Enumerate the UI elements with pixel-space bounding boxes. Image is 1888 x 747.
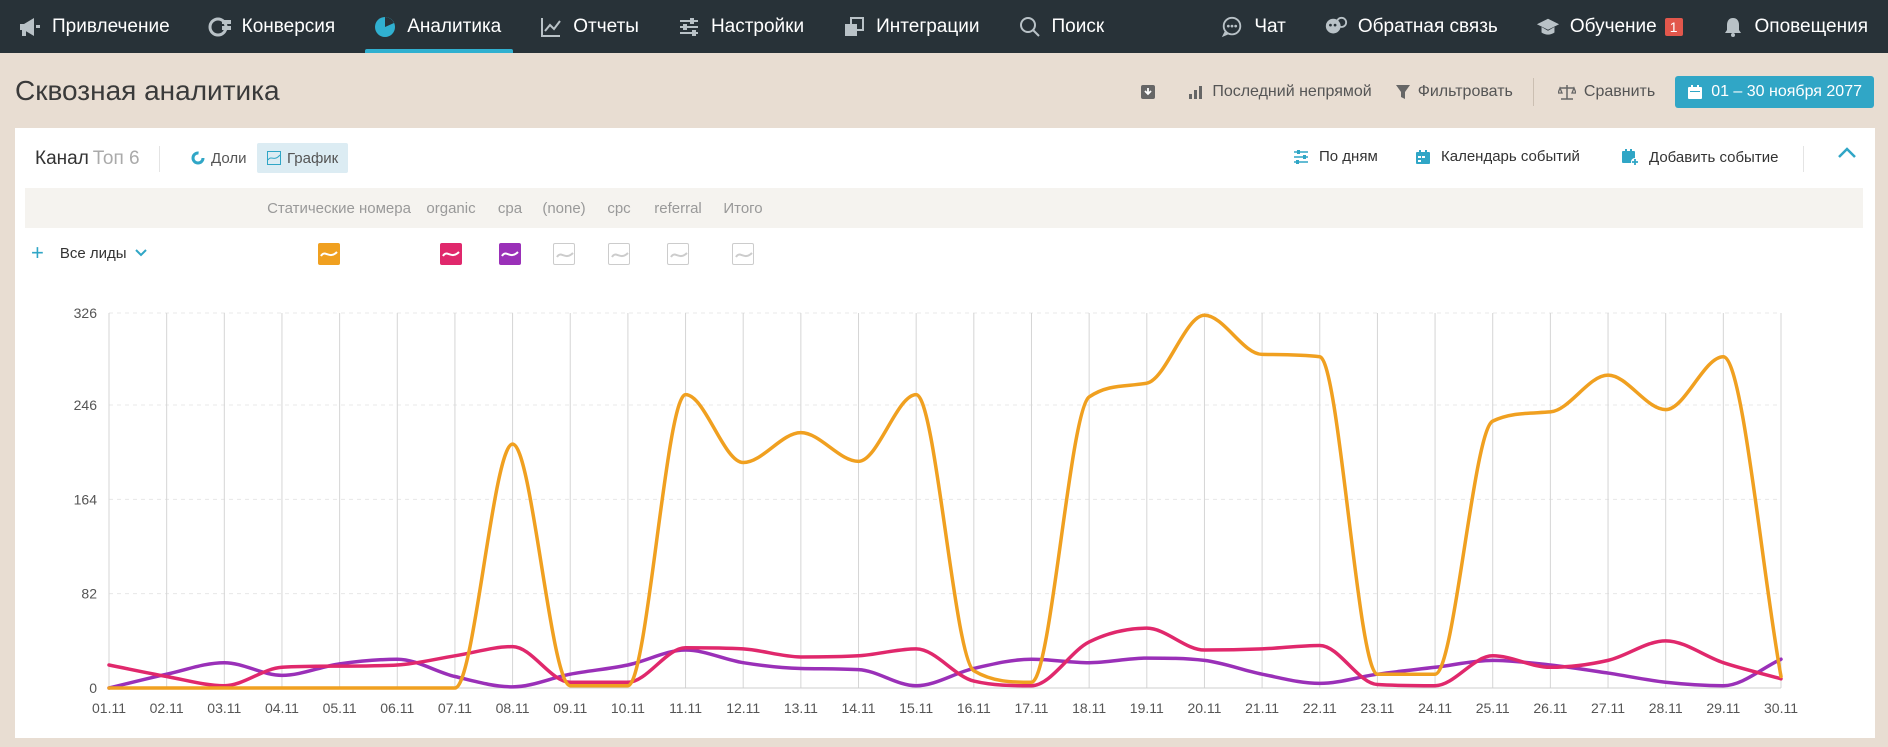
pie-chart-icon	[373, 15, 397, 39]
date-range-button[interactable]: 01 – 30 ноября 2077	[1675, 76, 1874, 108]
nav-label: Поиск	[1051, 15, 1105, 37]
filter-button[interactable]: Фильтровать	[1395, 83, 1513, 101]
y-tick-label: 326	[74, 305, 98, 321]
nav-item-settings[interactable]: Настройки	[659, 0, 824, 53]
y-tick-label: 0	[89, 680, 97, 696]
nav-label: Обратная связь	[1357, 15, 1498, 37]
nav-item-search[interactable]: Поиск	[1000, 0, 1125, 53]
divider	[1532, 78, 1534, 106]
x-tick-label: 21.11	[1245, 700, 1279, 716]
bell-icon	[1721, 15, 1745, 39]
scales-icon	[1557, 84, 1576, 100]
x-tick-label: 07.11	[438, 700, 472, 716]
attribution-model-button[interactable]: Последний непрямой	[1188, 83, 1372, 101]
nav-label: Отчеты	[573, 15, 639, 37]
nav-item-integrations[interactable]: Интеграции	[824, 0, 999, 53]
nav-item-notifications[interactable]: Оповещения	[1703, 0, 1888, 53]
funnel-icon	[208, 15, 232, 39]
x-tick-label: 28.11	[1649, 700, 1683, 716]
nav-item-feedback[interactable]: Обратная связь	[1306, 0, 1518, 53]
header-tools: Последний непрямой Фильтровать Сравнить …	[1116, 76, 1874, 108]
nav-item-chat[interactable]: Чат	[1202, 0, 1306, 53]
page-header: Сквозная аналитика Последний непрямой Фи…	[0, 53, 1888, 128]
x-tick-label: 20.11	[1187, 700, 1221, 716]
x-tick-label: 08.11	[496, 700, 530, 716]
series-line-cpa	[107, 648, 1783, 690]
bar-chart-icon	[1188, 84, 1204, 100]
graduation-cap-icon	[1536, 15, 1560, 39]
x-tick-label: 19.11	[1130, 700, 1164, 716]
nav-item-reports[interactable]: Отчеты	[521, 0, 659, 53]
x-tick-label: 26.11	[1533, 700, 1567, 716]
top-nav: Привлечение Конверсия Аналитика Отчеты Н…	[0, 0, 1888, 53]
x-tick-label: 30.11	[1764, 700, 1798, 716]
nav-label: Интеграции	[876, 15, 980, 37]
nav-item-conversion[interactable]: Конверсия	[190, 0, 356, 53]
x-tick-label: 13.11	[784, 700, 818, 716]
chat-icon	[1220, 15, 1244, 39]
nav-label: Конверсия	[241, 15, 336, 37]
notification-badge: 1	[1664, 17, 1683, 36]
y-tick-label: 246	[74, 397, 98, 413]
filter-icon	[1395, 84, 1410, 100]
x-tick-label: 16.11	[957, 700, 991, 716]
filter-label: Фильтровать	[1417, 83, 1513, 100]
compare-button[interactable]: Сравнить	[1557, 83, 1656, 101]
x-tick-label: 09.11	[553, 700, 587, 716]
nav-label: Настройки	[710, 15, 805, 37]
channel-card: Канал Топ 6 Доли График По дням Календарь…	[15, 128, 1875, 738]
x-tick-label: 11.11	[669, 700, 702, 716]
nav-label: Оповещения	[1754, 15, 1868, 37]
feedback-icon	[1324, 15, 1348, 39]
page-title: Сквозная аналитика	[15, 75, 280, 106]
x-tick-label: 15.11	[899, 700, 933, 716]
nav-right: Чат Обратная связь Обучение 1 Оповещения	[1202, 0, 1888, 53]
x-tick-label: 04.11	[265, 700, 299, 716]
download-icon	[1140, 84, 1156, 100]
calendar-icon	[1687, 84, 1703, 100]
puzzle-icon	[842, 15, 866, 39]
x-tick-label: 12.11	[726, 700, 760, 716]
nav-item-analytics[interactable]: Аналитика	[355, 0, 521, 53]
series-line-static-numbers	[107, 313, 1783, 690]
nav-item-learning[interactable]: Обучение 1	[1518, 0, 1703, 53]
date-range-label: 01 – 30 ноября 2077	[1711, 83, 1862, 100]
x-tick-label: 18.11	[1072, 700, 1106, 716]
nav-label: Аналитика	[407, 15, 502, 37]
x-tick-label: 05.11	[323, 700, 357, 716]
attribution-label: Последний непрямой	[1212, 83, 1372, 100]
search-icon	[1018, 15, 1042, 39]
x-tick-label: 29.11	[1706, 700, 1740, 716]
y-tick-label: 164	[74, 491, 98, 507]
x-tick-label: 22.11	[1303, 700, 1337, 716]
x-tick-label: 06.11	[380, 700, 414, 716]
x-tick-label: 24.11	[1418, 700, 1452, 716]
x-tick-label: 10.11	[611, 700, 645, 716]
compare-label: Сравнить	[1583, 83, 1656, 100]
megaphone-icon	[18, 15, 42, 39]
nav-label: Привлечение	[52, 15, 170, 37]
sliders-icon	[677, 15, 701, 39]
x-tick-label: 14.11	[842, 700, 876, 716]
x-tick-label: 17.11	[1014, 700, 1048, 716]
x-tick-label: 03.11	[207, 700, 241, 716]
nav-item-attraction[interactable]: Привлечение	[0, 0, 190, 53]
x-tick-label: 23.11	[1360, 700, 1394, 716]
download-button[interactable]	[1140, 84, 1164, 100]
x-tick-label: 02.11	[150, 700, 184, 716]
y-tick-label: 82	[81, 586, 97, 602]
x-tick-label: 27.11	[1591, 700, 1625, 716]
line-chart: 0 82 164 246 326 01.11 02.11 03.11 04.11 05.11 06.…	[74, 305, 1799, 716]
x-tick-label: 01.11	[92, 700, 126, 716]
x-tick-label: 25.11	[1476, 700, 1510, 716]
nav-label: Чат	[1254, 15, 1286, 37]
nav-label: Обучение	[1569, 15, 1657, 37]
line-chart-icon	[539, 15, 563, 39]
